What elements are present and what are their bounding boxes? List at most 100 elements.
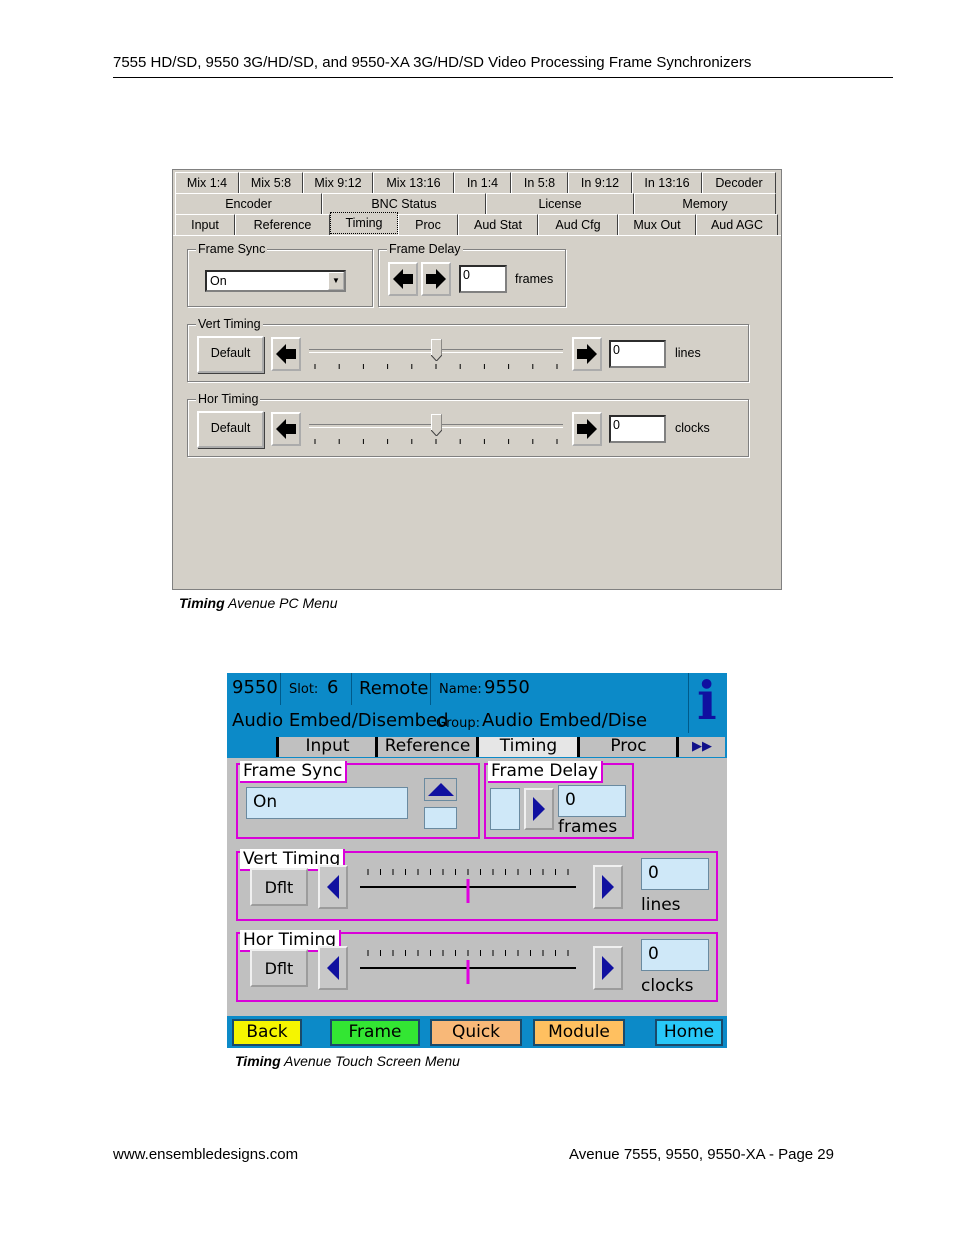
footer-page-number: Avenue 7555, 9550, 9550-XA - Page 29 (569, 1146, 834, 1163)
quick-button[interactable]: Quick (430, 1019, 522, 1046)
ts-tab-more[interactable]: ▶▶ (676, 737, 725, 757)
ts-vert-timing-increase-button[interactable] (593, 865, 623, 909)
ts-frame-delay-label: Frame Delay (488, 761, 604, 783)
ts-tab-proc[interactable]: Proc (577, 737, 677, 757)
triangle-right-icon (602, 875, 614, 899)
ts-frame-delay-decrease-button[interactable] (490, 788, 520, 830)
tab-in-5-8[interactable]: In 5:8 (511, 172, 568, 193)
caption-bold: Timing (235, 1053, 281, 1069)
ts-hor-timing-default-button[interactable]: Dflt (250, 949, 308, 987)
module-button[interactable]: Module (533, 1019, 625, 1046)
back-button[interactable]: Back (232, 1019, 302, 1046)
slider-thumb[interactable] (430, 414, 442, 436)
info-icon[interactable]: i (697, 671, 717, 732)
ts-vert-timing-slider[interactable] (358, 865, 578, 905)
ts-vert-timing-value[interactable]: 0 (641, 858, 709, 890)
hor-timing-label: Hor Timing (196, 392, 261, 406)
tab-in-9-12[interactable]: In 9:12 (568, 172, 632, 193)
frame-delay-decrease-button[interactable] (388, 262, 418, 296)
arrow-right-icon (426, 269, 446, 289)
ts-frame-sync-label: Frame Sync (240, 761, 348, 783)
slot-value: 6 (327, 677, 339, 698)
hor-timing-decrease-button[interactable] (271, 412, 301, 446)
footer-url: www.ensembledesigns.com (113, 1146, 299, 1163)
arrow-left-icon (276, 344, 296, 364)
ts-tab-input[interactable]: Input (276, 737, 376, 757)
tab-input[interactable]: Input (175, 214, 235, 235)
triangle-up-icon (427, 782, 454, 796)
frame-delay-group: Frame Delay 0 frames (378, 242, 566, 307)
ts-tab-reference[interactable]: Reference (375, 737, 477, 757)
tab-mix-13-16[interactable]: Mix 13:16 (373, 172, 454, 193)
vert-timing-slider[interactable] (309, 337, 563, 371)
model-number: 9550 (232, 677, 278, 698)
ts-hor-timing-decrease-button[interactable] (318, 946, 348, 990)
tab-reference[interactable]: Reference (235, 214, 330, 235)
name-label: Name: (439, 682, 482, 697)
pc-menu-window: Mix 1:4 Mix 5:8 Mix 9:12 Mix 13:16 In 1:… (172, 169, 782, 590)
tab-in-13-16[interactable]: In 13:16 (632, 172, 702, 193)
ts-vert-timing-default-button[interactable]: Dflt (250, 868, 308, 906)
ts-hor-timing-increase-button[interactable] (593, 946, 623, 990)
touch-header: 9550 Slot: 6 Remote Name: 9550 Audio Emb… (227, 671, 727, 758)
vert-timing-group: Vert Timing Default 0 lines (187, 317, 749, 382)
group-label: Group: (436, 716, 480, 731)
vert-timing-decrease-button[interactable] (271, 337, 301, 371)
ts-tab-timing[interactable]: Timing (476, 737, 578, 757)
tab-proc[interactable]: Proc (398, 214, 458, 235)
slider-ticks (314, 364, 558, 369)
tab-row-1: Mix 1:4 Mix 5:8 Mix 9:12 Mix 13:16 In 1:… (175, 172, 776, 193)
arrow-left-icon (276, 419, 296, 439)
ts-hor-timing-slider[interactable] (358, 946, 578, 986)
ts-frame-delay-increase-button[interactable] (524, 788, 554, 830)
ts-frame-delay-value[interactable]: 0 (558, 785, 626, 817)
tab-mix-5-8[interactable]: Mix 5:8 (239, 172, 303, 193)
tab-decoder[interactable]: Decoder (702, 172, 776, 193)
hor-timing-slider[interactable] (309, 412, 563, 446)
ts-frame-sync-value[interactable]: On (246, 787, 408, 819)
hor-timing-increase-button[interactable] (572, 412, 602, 446)
tab-timing[interactable]: Timing (330, 212, 398, 234)
hor-timing-default-button[interactable]: Default (197, 411, 264, 448)
ts-vert-timing-unit: lines (641, 895, 681, 915)
frame-delay-input[interactable]: 0 (459, 265, 507, 293)
vert-timing-increase-button[interactable] (572, 337, 602, 371)
vert-timing-input[interactable]: 0 (609, 340, 666, 368)
hor-timing-input[interactable]: 0 (609, 415, 666, 443)
home-button[interactable]: Home (655, 1019, 723, 1046)
ts-frame-sync-up-button[interactable] (424, 778, 457, 801)
tab-mux-out[interactable]: Mux Out (618, 214, 696, 235)
frame-delay-increase-button[interactable] (421, 262, 451, 296)
group-value: Audio Embed/Dise (482, 710, 648, 731)
frame-delay-label: Frame Delay (387, 242, 463, 256)
frame-button[interactable]: Frame (330, 1019, 420, 1046)
frame-sync-select[interactable]: On ▼ (205, 270, 346, 292)
ts-frame-sync-down-button[interactable] (424, 807, 457, 829)
tab-license[interactable]: License (486, 193, 634, 214)
tab-encoder[interactable]: Encoder (175, 193, 322, 214)
hor-timing-unit: clocks (675, 421, 710, 435)
tab-bnc-status[interactable]: BNC Status (322, 193, 486, 214)
tab-memory[interactable]: Memory (634, 193, 776, 214)
pc-menu-caption: Timing Avenue PC Menu (179, 595, 338, 611)
caption-text: Avenue PC Menu (224, 595, 338, 611)
divider (430, 673, 431, 705)
tab-mix-1-4[interactable]: Mix 1:4 (175, 172, 239, 193)
tab-in-1-4[interactable]: In 1:4 (454, 172, 511, 193)
ts-hor-timing-value[interactable]: 0 (641, 939, 709, 971)
triangle-left-icon (327, 956, 339, 980)
slider-thumb[interactable] (430, 339, 442, 361)
tab-aud-stat[interactable]: Aud Stat (458, 214, 538, 235)
caption-text: Avenue Touch Screen Menu (280, 1053, 460, 1069)
ts-vert-timing-decrease-button[interactable] (318, 865, 348, 909)
triangle-right-icon (602, 956, 614, 980)
tab-aud-cfg[interactable]: Aud Cfg (538, 214, 618, 235)
arrow-right-icon (577, 419, 597, 439)
tab-mix-9-12[interactable]: Mix 9:12 (303, 172, 373, 193)
touch-menu-caption: Timing Avenue Touch Screen Menu (235, 1053, 460, 1069)
module-name: Audio Embed/Disembed (232, 710, 449, 731)
triangle-right-icon (533, 797, 545, 821)
vert-timing-default-button[interactable]: Default (197, 336, 264, 373)
tab-aud-agc[interactable]: Aud AGC (696, 214, 778, 235)
ts-frame-delay-unit: frames (558, 817, 618, 837)
